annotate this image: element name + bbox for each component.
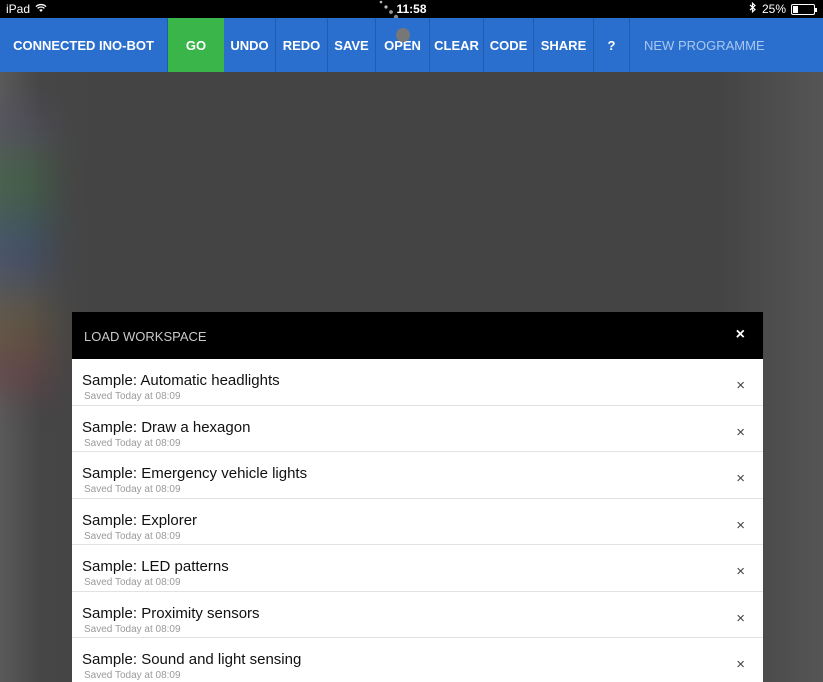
programme-name-field[interactable]: NEW PROGRAMME <box>630 18 770 72</box>
delete-icon[interactable]: × <box>736 377 745 394</box>
open-button[interactable]: OPEN <box>376 18 430 72</box>
dialog-title: LOAD WORKSPACE <box>84 329 207 344</box>
list-item[interactable]: Sample: LED patterns Saved Today at 08:09… <box>72 545 763 592</box>
status-time: 11:58 <box>396 2 427 16</box>
connected-robot-button[interactable]: CONNECTED INO-BOT <box>0 18 168 72</box>
battery-text: 25% <box>761 2 786 16</box>
workspace-name: Sample: Draw a hexagon <box>82 418 251 436</box>
help-button[interactable]: ? <box>594 18 630 72</box>
delete-icon[interactable]: × <box>736 656 745 673</box>
workspace-list: Sample: Automatic headlights Saved Today … <box>72 359 763 682</box>
touch-indicator <box>396 28 410 42</box>
list-item[interactable]: Sample: Draw a hexagon Saved Today at 08:… <box>72 406 763 452</box>
delete-icon[interactable]: × <box>736 610 745 627</box>
list-item[interactable]: Sample: Proximity sensors Saved Today at … <box>72 592 763 638</box>
list-item[interactable]: Sample: Automatic headlights Saved Today … <box>72 359 763 406</box>
saved-timestamp: Saved Today at 08:09 <box>84 530 181 542</box>
battery-nub <box>815 7 817 12</box>
redo-button[interactable]: REDO <box>276 18 328 72</box>
battery-icon <box>791 3 817 15</box>
status-right: 25% <box>749 1 817 16</box>
share-button[interactable]: SHARE <box>534 18 594 72</box>
toolbar: CONNECTED INO-BOT GO UNDO REDO SAVE OPEN… <box>0 18 823 72</box>
save-button[interactable]: SAVE <box>328 18 376 72</box>
delete-icon[interactable]: × <box>736 424 745 441</box>
code-button[interactable]: CODE <box>484 18 534 72</box>
workspace-name: Sample: Automatic headlights <box>82 372 280 389</box>
saved-timestamp: Saved Today at 08:09 <box>84 670 181 681</box>
list-item[interactable]: Sample: Explorer Saved Today at 08:09 × <box>72 499 763 545</box>
bluetooth-icon <box>749 1 757 16</box>
saved-timestamp: Saved Today at 08:09 <box>84 484 181 495</box>
saved-timestamp: Saved Today at 08:09 <box>84 437 181 449</box>
saved-timestamp: Saved Today at 08:09 <box>84 391 181 402</box>
list-item[interactable]: Sample: Sound and light sensing Saved Tod… <box>72 638 763 682</box>
go-button[interactable]: GO <box>168 18 224 72</box>
undo-button[interactable]: UNDO <box>224 18 276 72</box>
delete-icon[interactable]: × <box>736 563 745 580</box>
workspace-name: Sample: Proximity sensors <box>82 604 260 622</box>
workspace-name: Sample: Emergency vehicle lights <box>82 465 308 482</box>
saved-timestamp: Saved Today at 08:09 <box>84 623 181 635</box>
battery-fill <box>793 5 798 13</box>
workspace-name: Sample: Sound and light sensing <box>82 651 302 668</box>
saved-timestamp: Saved Today at 08:09 <box>84 577 181 588</box>
workspace-name: Sample: Explorer <box>82 511 198 529</box>
delete-icon[interactable]: × <box>736 517 745 534</box>
blurred-palette <box>0 112 50 392</box>
workspace-name: Sample: LED patterns <box>82 558 229 575</box>
dialog-header: LOAD WORKSPACE × <box>72 312 763 359</box>
clear-button[interactable]: CLEAR <box>430 18 484 72</box>
list-item[interactable]: Sample: Emergency vehicle lights Saved To… <box>72 452 763 499</box>
status-bar: iPad 11:58 25% <box>0 0 823 18</box>
delete-icon[interactable]: × <box>736 470 745 487</box>
close-icon[interactable]: × <box>736 326 745 344</box>
load-workspace-dialog: LOAD WORKSPACE × Sample: Automatic headl… <box>72 312 763 682</box>
